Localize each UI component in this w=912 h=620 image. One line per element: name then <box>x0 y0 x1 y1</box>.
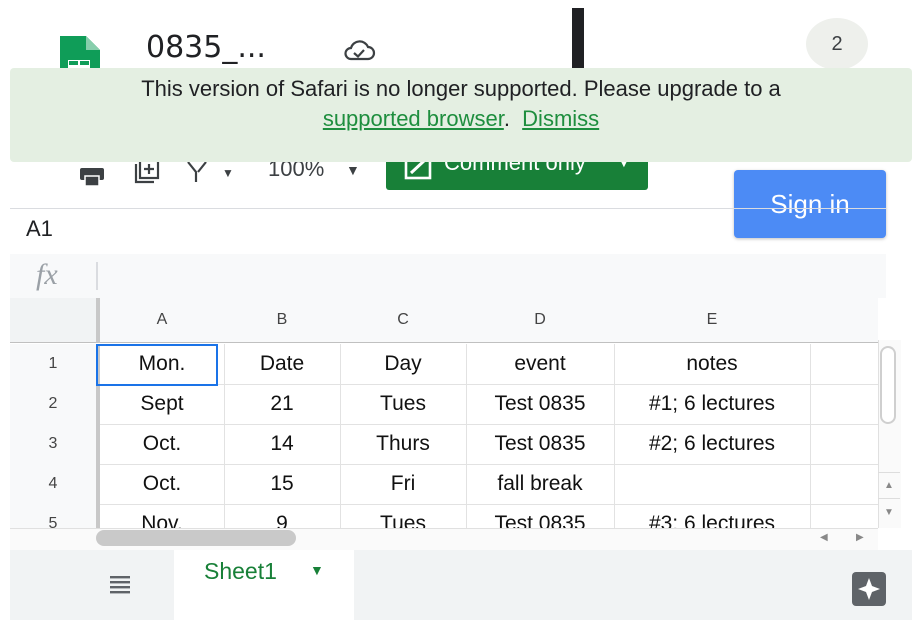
cell-a4[interactable]: Oct. <box>100 464 225 505</box>
all-sheets-menu-icon[interactable] <box>108 574 132 594</box>
sheet-tabs-bar <box>10 550 912 620</box>
cell-b3[interactable]: 14 <box>224 424 341 465</box>
column-header-c[interactable]: C <box>340 298 467 343</box>
cell-f2[interactable] <box>810 384 878 425</box>
name-box[interactable]: A1 <box>26 216 53 242</box>
cell-e4[interactable] <box>614 464 811 505</box>
scroll-down-arrow-icon[interactable]: ▼ <box>878 498 900 525</box>
cell-c3[interactable]: Thurs <box>340 424 467 465</box>
horizontal-scrollbar-thumb[interactable] <box>96 530 296 546</box>
row-header-5[interactable]: 5 <box>10 504 100 528</box>
toolbar-divider <box>572 8 584 72</box>
cell-d3[interactable]: Test 0835 <box>466 424 615 465</box>
sign-in-button[interactable]: Sign in <box>734 170 886 238</box>
banner-text: This version of Safari is no longer supp… <box>141 76 781 101</box>
scroll-up-arrow-icon[interactable]: ▲ <box>878 472 900 497</box>
cell-e1[interactable]: notes <box>614 344 811 385</box>
explore-icon[interactable] <box>850 570 888 608</box>
select-all-corner[interactable] <box>10 298 100 343</box>
cell-d4[interactable]: fall break <box>466 464 615 505</box>
active-viewers-badge[interactable]: 2 <box>806 18 868 70</box>
cell-f1[interactable] <box>810 344 878 385</box>
cell-d5[interactable]: Test 0835 <box>466 504 615 528</box>
divider <box>10 208 886 209</box>
document-title[interactable]: 0835_... <box>146 30 266 65</box>
cell-e3[interactable]: #2; 6 lectures <box>614 424 811 465</box>
row-header-1[interactable]: 1 <box>10 344 100 385</box>
filter-dropdown-icon[interactable]: ▼ <box>222 166 234 180</box>
cell-a3[interactable]: Oct. <box>100 424 225 465</box>
zoom-dropdown-icon[interactable]: ▼ <box>346 162 360 178</box>
cell-d1[interactable]: event <box>466 344 615 385</box>
cloud-check-icon[interactable] <box>342 38 376 62</box>
cell-d2[interactable]: Test 0835 <box>466 384 615 425</box>
cell-b5[interactable]: 9 <box>224 504 341 528</box>
banner-message: This version of Safari is no longer supp… <box>10 74 912 134</box>
cell-c4[interactable]: Fri <box>340 464 467 505</box>
supported-browser-link[interactable]: supported browser <box>323 106 504 131</box>
column-header-d[interactable]: D <box>466 298 615 343</box>
cell-e2[interactable]: #1; 6 lectures <box>614 384 811 425</box>
cell-b4[interactable]: 15 <box>224 464 341 505</box>
row-header-4[interactable]: 4 <box>10 464 100 505</box>
formula-separator <box>96 262 98 290</box>
cell-f3[interactable] <box>810 424 878 465</box>
column-header-b[interactable]: B <box>224 298 341 343</box>
cell-c1[interactable]: Day <box>340 344 467 385</box>
cell-b2[interactable]: 21 <box>224 384 341 425</box>
cell-e5[interactable]: #3; 6 lectures <box>614 504 811 528</box>
cell-f4[interactable] <box>810 464 878 505</box>
column-header-a[interactable]: A <box>100 298 225 343</box>
cell-a2[interactable]: Sept <box>100 384 225 425</box>
row-header-3[interactable]: 3 <box>10 424 100 465</box>
spreadsheet-grid[interactable]: A B C D E 1 2 3 4 5 Mon. Date Day event … <box>10 298 878 528</box>
dismiss-link[interactable]: Dismiss <box>522 106 599 131</box>
banner-separator: . <box>503 106 510 131</box>
cell-c5[interactable]: Tues <box>340 504 467 528</box>
row-header-2[interactable]: 2 <box>10 384 100 425</box>
cell-c2[interactable]: Tues <box>340 384 467 425</box>
cell-b1[interactable]: Date <box>224 344 341 385</box>
scroll-right-arrow-icon[interactable]: ▶ <box>856 532 864 543</box>
cell-f5[interactable] <box>810 504 878 528</box>
insert-comment-box-icon[interactable] <box>132 158 160 186</box>
filter-icon[interactable] <box>186 160 208 184</box>
column-header-f[interactable] <box>810 298 878 343</box>
sheets-icon[interactable] <box>54 36 102 72</box>
sheet-tab-label[interactable]: Sheet1 <box>204 558 277 585</box>
scroll-left-arrow-icon[interactable]: ◀ <box>820 532 828 543</box>
column-header-e[interactable]: E <box>614 298 811 343</box>
vertical-scrollbar-thumb[interactable] <box>880 346 896 424</box>
selected-cell-outline <box>96 344 218 386</box>
formula-bar[interactable] <box>10 254 886 298</box>
sheet-tab-dropdown-icon[interactable]: ▼ <box>310 562 324 578</box>
fx-icon: fx <box>36 258 58 291</box>
print-icon[interactable] <box>78 162 106 186</box>
cell-a5[interactable]: Nov. <box>100 504 225 528</box>
